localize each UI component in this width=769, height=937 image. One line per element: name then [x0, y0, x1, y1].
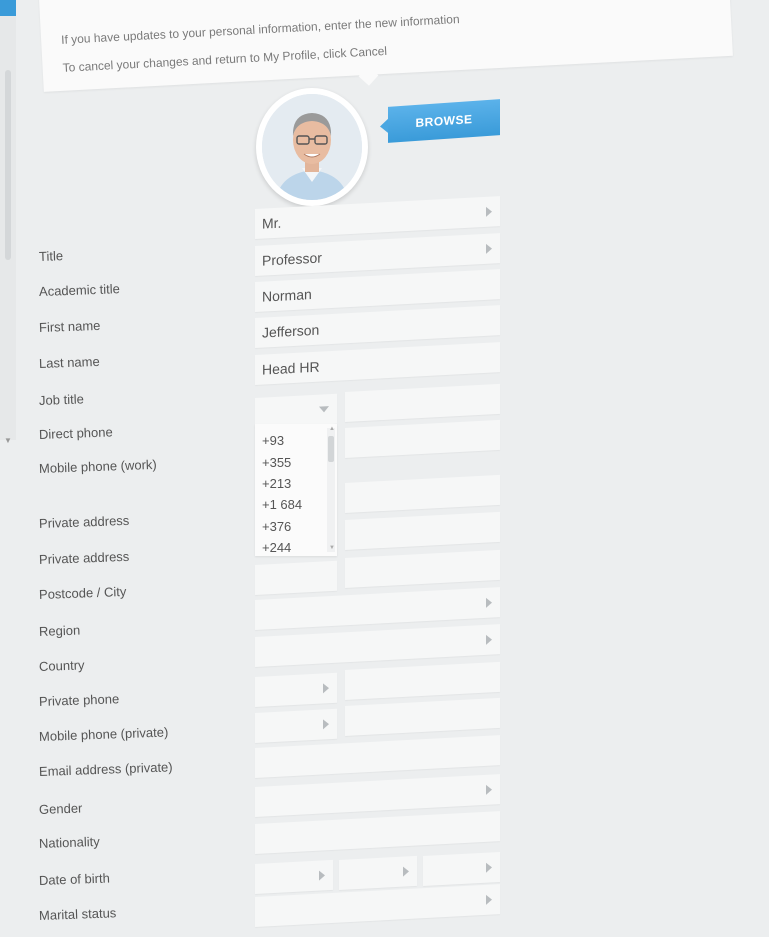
label-gender: Gender: [38, 800, 83, 817]
last-name-input[interactable]: Jefferson: [255, 305, 500, 348]
info-box: If you have updates to your personal inf…: [38, 0, 733, 92]
direct-phone-country-code-select[interactable]: [255, 393, 337, 428]
job-title-value: Head HR: [262, 358, 320, 378]
triangle-right-icon: [486, 597, 492, 608]
triangle-right-icon: [319, 870, 325, 881]
birth-day-select[interactable]: [255, 859, 333, 894]
first-name-input[interactable]: Norman: [255, 269, 500, 312]
triangle-right-icon: [486, 243, 492, 254]
label-region: Region: [38, 622, 81, 639]
triangle-right-icon: [486, 206, 492, 217]
job-title-input[interactable]: Head HR: [255, 342, 500, 385]
dropdown-option[interactable]: +376: [262, 519, 291, 534]
triangle-right-icon: [323, 719, 329, 730]
profile-avatar: [256, 88, 368, 206]
last-name-value: Jefferson: [262, 321, 320, 341]
country-code-dropdown[interactable]: +93 +355 +213 +1 684 +376 +244 ▲ ▼: [255, 424, 337, 556]
scroll-up-icon[interactable]: ▲: [329, 426, 335, 432]
label-mobile-phone-private: Mobile phone (private): [38, 724, 169, 744]
info-line-update: If you have updates to your personal inf…: [60, 12, 460, 47]
info-box-tail: [358, 65, 379, 86]
label-last-name: Last name: [38, 353, 100, 371]
dropdown-option[interactable]: +213: [262, 476, 291, 491]
dropdown-option[interactable]: +244: [262, 540, 291, 555]
label-mobile-phone-work: Mobile phone (work): [38, 456, 157, 476]
private-address-2-input[interactable]: [345, 511, 500, 550]
browse-button[interactable]: BROWSE: [388, 99, 500, 143]
private-address-1-input[interactable]: [345, 474, 500, 513]
dropdown-scroll-thumb[interactable]: [328, 436, 334, 462]
academic-title-select[interactable]: Professor: [255, 233, 500, 276]
mobile-phone-private-input[interactable]: [345, 697, 500, 736]
private-phone-country-code-select[interactable]: [255, 672, 337, 707]
triangle-right-icon: [486, 784, 492, 795]
label-private-phone: Private phone: [38, 691, 120, 709]
birth-month-select[interactable]: [339, 855, 417, 890]
label-nationality: Nationality: [38, 833, 100, 851]
title-select[interactable]: Mr.: [255, 196, 500, 239]
triangle-right-icon: [486, 634, 492, 645]
dropdown-option[interactable]: +93: [262, 433, 284, 448]
scroll-down-icon[interactable]: ▼: [329, 545, 335, 551]
nationality-input[interactable]: [255, 811, 500, 854]
scroll-down-icon[interactable]: ▼: [4, 436, 12, 445]
label-email-private: Email address (private): [38, 759, 173, 779]
dropdown-option[interactable]: +1 684: [262, 497, 302, 512]
label-date-of-birth: Date of birth: [38, 870, 111, 888]
person-photo-icon: [262, 94, 362, 200]
mobile-phone-work-input[interactable]: [345, 419, 500, 458]
triangle-right-icon: [403, 866, 409, 877]
email-private-input[interactable]: [255, 735, 500, 778]
triangle-down-icon: [319, 406, 329, 413]
dropdown-option[interactable]: +355: [262, 455, 291, 470]
direct-phone-input[interactable]: [345, 383, 500, 422]
label-private-address-2: Private address: [38, 548, 130, 567]
page-scrollbar[interactable]: ▼: [0, 0, 16, 445]
scrollbar-thumb[interactable]: [5, 70, 11, 260]
city-input[interactable]: [345, 549, 500, 588]
label-postcode-city: Postcode / City: [38, 583, 127, 602]
label-marital-status: Marital status: [38, 905, 117, 923]
mobile-phone-private-country-code-select[interactable]: [255, 708, 337, 743]
scrollbar-accent: [0, 0, 16, 16]
label-academic-title: Academic title: [38, 281, 121, 299]
first-name-value: Norman: [262, 286, 312, 305]
country-select[interactable]: [255, 624, 500, 667]
academic-title-value: Professor: [262, 249, 322, 269]
postcode-input[interactable]: [255, 560, 337, 595]
label-title: Title: [38, 248, 64, 264]
region-select[interactable]: [255, 587, 500, 630]
label-private-address-1: Private address: [38, 512, 130, 531]
info-line-cancel: To cancel your changes and return to My …: [62, 43, 388, 75]
profile-photo: [262, 94, 362, 200]
label-country: Country: [38, 657, 85, 674]
private-phone-input[interactable]: [345, 661, 500, 700]
triangle-right-icon: [486, 862, 492, 873]
label-direct-phone: Direct phone: [38, 424, 113, 442]
gender-select[interactable]: [255, 774, 500, 817]
label-first-name: First name: [38, 317, 101, 335]
triangle-right-icon: [486, 894, 492, 905]
birth-year-select[interactable]: [423, 851, 500, 886]
label-job-title: Job title: [38, 391, 85, 408]
title-value: Mr.: [262, 214, 282, 232]
triangle-right-icon: [323, 683, 329, 694]
